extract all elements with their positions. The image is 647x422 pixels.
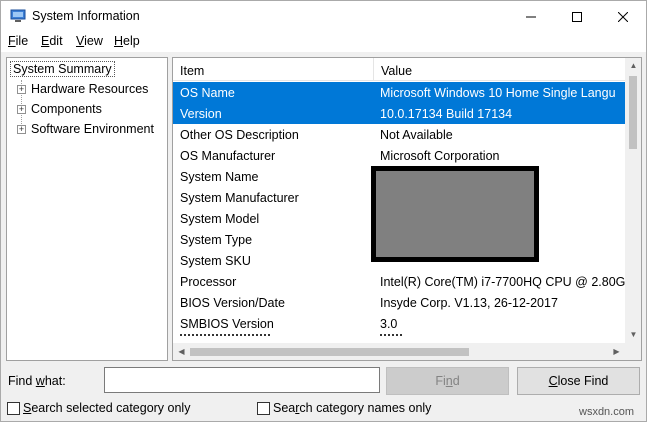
menu-bar: File Edit View Help	[1, 32, 646, 52]
tree-item-system-summary[interactable]: System Summary	[10, 61, 115, 77]
row-value: 10.0.17134 Build 17134	[380, 107, 513, 121]
category-tree[interactable]: System Summary + Hardware Resources + Co…	[6, 57, 168, 361]
watermark: wsxdn.com	[579, 406, 635, 418]
table-row[interactable]: OS Name Microsoft Windows 10 Home Single …	[173, 82, 625, 103]
tree-item-hardware-resources[interactable]: Hardware Resources	[31, 82, 148, 96]
row-item: System SKU	[180, 254, 251, 268]
expand-plus-icon[interactable]: +	[17, 85, 26, 94]
tree-item-components[interactable]: Components	[31, 102, 102, 116]
table-row[interactable]: Processor Intel(R) Core(TM) i7-7700HQ CPU…	[173, 271, 625, 292]
horizontal-scroll-thumb[interactable]	[190, 348, 469, 356]
close-find-button[interactable]: Close Find	[517, 367, 640, 395]
maximize-button[interactable]	[554, 1, 600, 32]
search-category-names-checkbox[interactable]	[257, 401, 270, 415]
system-information-window: System Information File Edit View Help S…	[0, 0, 647, 422]
row-value: Not Available	[380, 128, 453, 142]
row-value: 3.0	[380, 317, 398, 331]
close-button[interactable]	[600, 1, 646, 32]
expand-plus-icon[interactable]: +	[17, 125, 26, 134]
menu-file[interactable]: File	[8, 34, 28, 48]
table-row[interactable]: SMBIOS Version 3.0	[173, 313, 625, 334]
row-item: Other OS Description	[180, 128, 299, 142]
system-information-app-icon	[10, 9, 26, 23]
table-row-partial	[173, 334, 625, 343]
row-value: Intel(R) Core(TM) i7-7700HQ CPU @ 2.80G	[380, 275, 625, 289]
search-selected-category-option[interactable]: Search selected category only	[7, 401, 190, 415]
menu-edit[interactable]: Edit	[41, 34, 63, 48]
find-button[interactable]: Fi n d	[386, 367, 509, 395]
minimize-button[interactable]	[508, 1, 554, 32]
table-row[interactable]: Other OS Description Not Available	[173, 124, 625, 145]
row-value: Microsoft Windows 10 Home Single Langu	[380, 86, 616, 100]
table-row[interactable]: BIOS Version/Date Insyde Corp. V1.13, 26-…	[173, 292, 625, 313]
row-item: Processor	[180, 275, 237, 289]
column-header-value[interactable]: Value	[374, 58, 625, 81]
row-value: Microsoft Corporation	[380, 149, 500, 163]
scroll-up-arrow-icon[interactable]: ▲	[625, 61, 641, 70]
maximize-icon	[572, 11, 582, 22]
row-item: OS Manufacturer	[180, 149, 276, 163]
vertical-scrollbar[interactable]: ▲ ▼	[625, 58, 641, 343]
row-item: SMBIOS Version	[180, 317, 274, 331]
vertical-scroll-thumb[interactable]	[629, 76, 637, 149]
tree-item-software-environment[interactable]: Software Environment	[31, 122, 154, 136]
scroll-right-arrow-icon[interactable]: ▶	[608, 347, 625, 356]
table-row[interactable]: OS Manufacturer Microsoft Corporation	[173, 145, 625, 166]
search-selected-category-checkbox[interactable]	[7, 401, 20, 415]
row-item: OS Name	[180, 86, 235, 100]
horizontal-scrollbar[interactable]: ◀ ▶	[173, 343, 625, 360]
scrollbar-corner	[625, 343, 641, 360]
close-icon	[618, 11, 628, 22]
row-item: BIOS Version/Date	[180, 296, 285, 310]
menu-help[interactable]: Help	[114, 34, 140, 48]
expand-plus-icon[interactable]: +	[17, 105, 26, 114]
scroll-down-arrow-icon[interactable]: ▼	[625, 330, 641, 339]
find-what-label: Find what:	[8, 374, 66, 388]
row-item: System Manufacturer	[180, 191, 299, 205]
redacted-values-block	[371, 166, 539, 262]
details-list[interactable]: Item Value OS Name Microsoft Windows 10 H…	[172, 57, 642, 361]
search-category-names-option[interactable]: Search category names only	[257, 401, 431, 415]
search-category-names-label: Search category names only	[273, 401, 432, 415]
row-item: Version	[180, 107, 222, 121]
minimize-icon	[526, 16, 536, 17]
menu-view[interactable]: View	[76, 34, 103, 48]
title-bar[interactable]: System Information	[1, 1, 646, 32]
scroll-left-arrow-icon[interactable]: ◀	[173, 347, 190, 356]
column-header-item[interactable]: Item	[173, 58, 374, 81]
row-item: System Model	[180, 212, 260, 226]
table-row[interactable]: Version 10.0.17134 Build 17134	[173, 103, 625, 124]
search-selected-category-label: Search selected category only	[23, 401, 191, 415]
row-item: System Type	[180, 233, 253, 247]
row-value: Insyde Corp. V1.13, 26-12-2017	[380, 296, 558, 310]
row-item: System Name	[180, 170, 259, 184]
find-what-input[interactable]	[104, 367, 380, 393]
window-title: System Information	[32, 9, 140, 23]
